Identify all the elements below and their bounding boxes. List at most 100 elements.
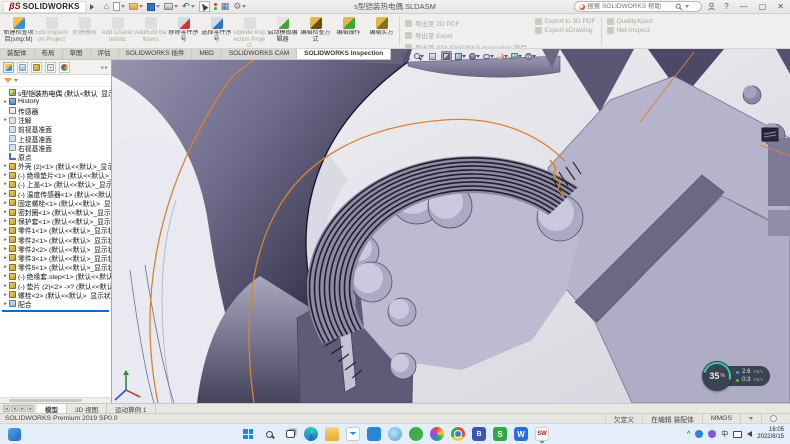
tab-dimxpert-manager[interactable]: [45, 62, 56, 73]
expand-arrow-icon[interactable]: ▸: [2, 181, 9, 187]
ribbon-tab[interactable]: MBD: [192, 49, 221, 59]
expand-arrow-icon[interactable]: ▸: [2, 191, 9, 197]
export-menu-item[interactable]: 导出至 SOLIDWORKS Inspection 项目: [405, 42, 527, 49]
maximize-button[interactable]: ▢: [756, 1, 770, 13]
tray-expand-icon[interactable]: ^: [687, 431, 690, 438]
tree-item[interactable]: ▸ (-) 上盖<1> (默认<<默认>_显示状: [0, 180, 111, 189]
help-search-box[interactable]: [574, 1, 702, 12]
search-options-caret[interactable]: [685, 5, 689, 8]
taskbar-clock[interactable]: 16:05 2022/8/15: [757, 427, 784, 441]
tab-scroll-buttons[interactable]: ◂◂▸▸: [0, 404, 37, 413]
wps-w-icon[interactable]: W: [514, 427, 528, 441]
ribbon-tab[interactable]: 草图: [63, 49, 91, 59]
export-menu-item[interactable]: 导出至 2D PDF: [405, 18, 527, 28]
ribbon-tab[interactable]: 评估: [91, 49, 119, 59]
tree-item[interactable]: ▸ 密封圈<1> (默认<<默认>_显示状: [0, 207, 111, 216]
onedrive-tray-icon[interactable]: [695, 430, 703, 438]
tree-item[interactable]: 前视基准面: [0, 125, 111, 134]
tree-item[interactable]: ▸ 外壳 (2)<1> (默认<<默认>_显示状: [0, 162, 111, 171]
tree-item[interactable]: ▸ (-) 绝缘垫片<1> (默认<<默认>_显: [0, 171, 111, 180]
tree-item[interactable]: ▸ 零件3<1> (默认<<默认>_显示状: [0, 253, 111, 262]
menu-flyout-icon[interactable]: [90, 4, 94, 10]
tab-feature-manager[interactable]: [3, 62, 14, 73]
expand-arrow-icon[interactable]: ▸: [2, 283, 9, 289]
store-icon[interactable]: [367, 427, 381, 441]
tree-root-assembly[interactable]: s型铠装热电偶 (默认<默认_显示状态-1: [0, 88, 111, 97]
zoom-fit-icon[interactable]: [399, 51, 410, 62]
print-icon[interactable]: [164, 3, 178, 10]
expand-arrow-icon[interactable]: ▸: [2, 99, 9, 105]
panel-horizontal-scrollbar[interactable]: [0, 397, 111, 403]
edit-appearance-icon[interactable]: [497, 51, 508, 62]
chrome-icon[interactable]: [451, 427, 465, 441]
tree-item[interactable]: 上视基准面: [0, 134, 111, 143]
expand-arrow-icon[interactable]: ▸: [2, 237, 9, 243]
help-button[interactable]: ?: [721, 1, 731, 13]
ribbon-tab[interactable]: 装配体: [0, 49, 35, 59]
expand-arrow-icon[interactable]: ▸: [2, 273, 9, 279]
expand-arrow-icon[interactable]: ▸: [2, 209, 9, 215]
ribbon-button[interactable]: Update Inspection Project: [233, 15, 266, 48]
status-item[interactable]: 在编辑 装配体: [642, 414, 702, 423]
file-explorer-icon[interactable]: [325, 427, 339, 441]
hide-items-icon[interactable]: [483, 51, 494, 62]
ribbon-button[interactable]: 启动模板编辑器: [266, 15, 299, 48]
display-style-icon[interactable]: [469, 51, 480, 62]
expand-arrow-icon[interactable]: ▸: [2, 172, 9, 178]
security-tray-icon[interactable]: [708, 430, 716, 438]
tree-item[interactable]: ▸ 固定螺栓<1> (默认<<默认>_显示: [0, 198, 111, 207]
view-settings-icon[interactable]: [525, 51, 536, 62]
tab-property-manager[interactable]: [17, 62, 28, 73]
ribbon-button[interactable]: 编辑检查方式: [299, 15, 332, 48]
start-icon[interactable]: [241, 427, 255, 441]
search-icon[interactable]: [262, 427, 276, 441]
status-item[interactable]: 欠定义: [605, 414, 642, 423]
status-tag-icon[interactable]: [761, 414, 785, 423]
solidworks-icon[interactable]: SW: [535, 427, 549, 441]
search-icon[interactable]: [675, 3, 683, 11]
expand-arrow-icon[interactable]: ▸: [2, 246, 9, 252]
tree-item[interactable]: 原点: [0, 152, 111, 161]
ribbon-button[interactable]: Add/Edit Balloons: [134, 15, 167, 48]
open-icon[interactable]: [129, 3, 143, 10]
tree-item[interactable]: ▸ (-) 垫片 (2)<2> ->? (默认<<默认>: [0, 281, 111, 290]
export-menu-item[interactable]: Export to 3D PDF: [535, 18, 596, 25]
select-pointer-icon[interactable]: [199, 1, 210, 12]
filter-funnel-icon[interactable]: [4, 78, 12, 83]
tree-item[interactable]: ▸ (-) 温度传感器<1> (默认<<默认>_: [0, 189, 111, 198]
tree-item[interactable]: ▸ 螺栓<2> (默认<<默认>_显示状态: [0, 290, 111, 299]
expand-arrow-icon[interactable]: ▸: [2, 218, 9, 224]
close-button[interactable]: ✕: [774, 1, 787, 13]
rollback-bar[interactable]: [2, 310, 109, 312]
wps-s-icon[interactable]: S: [493, 427, 507, 441]
tree-item[interactable]: 传感器: [0, 106, 111, 115]
color-browser-icon[interactable]: [430, 427, 444, 441]
options-grid-icon[interactable]: ▦: [221, 2, 230, 11]
tree-item[interactable]: 右视基准面: [0, 143, 111, 152]
apply-scene-icon[interactable]: [511, 51, 522, 62]
browser-360-icon[interactable]: [409, 427, 423, 441]
ribbon-tab[interactable]: 布局: [35, 49, 63, 59]
touch-keyboard-icon[interactable]: [733, 431, 742, 438]
ribbon-tab[interactable]: SOLIDWORKS Inspection: [297, 49, 391, 59]
ribbon-button[interactable]: 选择零件序号: [200, 15, 233, 48]
undo-icon[interactable]: ↶: [182, 2, 195, 11]
zoom-area-icon[interactable]: [413, 51, 424, 62]
task-view-icon[interactable]: [283, 427, 297, 441]
ribbon-button[interactable]: 编辑操作: [332, 15, 365, 48]
ribbon-button[interactable]: Add Characteristic: [101, 15, 134, 48]
tree-item[interactable]: ▸ 零件2<1> (默认<<默认>_显示状: [0, 235, 111, 244]
expand-arrow-icon[interactable]: ▸: [2, 200, 9, 206]
expand-arrow-icon[interactable]: ▸: [2, 255, 9, 261]
volume-icon[interactable]: [747, 431, 752, 437]
filter-caret-icon[interactable]: [14, 79, 18, 82]
mail-icon[interactable]: [346, 427, 360, 441]
panel-tab-scroll-icons[interactable]: ◂ ▸: [100, 64, 108, 71]
tab-display-manager[interactable]: [59, 62, 70, 73]
rebuild-lights-icon[interactable]: [214, 3, 217, 10]
expand-arrow-icon[interactable]: ▸: [2, 292, 9, 298]
document-tab[interactable]: 3D 视图: [67, 404, 107, 413]
save-icon[interactable]: [147, 3, 160, 11]
settings-gear-icon[interactable]: ⚙: [233, 2, 246, 11]
solidworks-logo[interactable]: βS SOLIDWORKS: [3, 1, 86, 13]
